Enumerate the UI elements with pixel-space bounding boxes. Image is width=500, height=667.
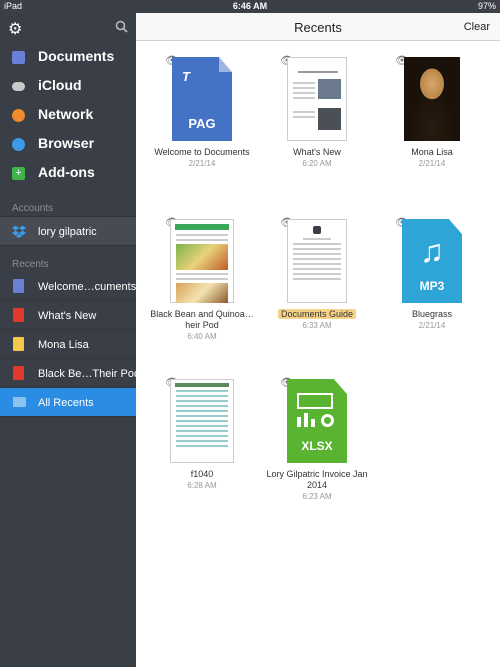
folder-icon bbox=[13, 397, 26, 407]
image-file-icon bbox=[13, 337, 24, 351]
recent-item-all-recents[interactable]: All Recents bbox=[0, 388, 136, 417]
sidebar-item-add-ons[interactable]: + Add-ons bbox=[0, 159, 136, 188]
dropbox-icon bbox=[12, 225, 26, 238]
file-date: 6:28 AM bbox=[187, 481, 217, 490]
file-tile-invoice[interactable]: 👁 XLSX Lory Gilpatric Invoice Jan 2014 6… bbox=[262, 377, 372, 501]
accounts-header: Accounts bbox=[12, 203, 54, 214]
document-thumbnail bbox=[170, 379, 234, 463]
sidebar-item-label: iCloud bbox=[38, 77, 82, 93]
file-name: Black Bean and Quinoa…heir Pod bbox=[150, 309, 254, 330]
image-thumbnail bbox=[404, 57, 460, 141]
file-date: 2/21/14 bbox=[188, 159, 216, 168]
account-label: lory gilpatric bbox=[38, 226, 97, 238]
sidebar-item-label: Browser bbox=[38, 135, 95, 151]
file-date: 2/21/14 bbox=[418, 159, 446, 168]
file-name: Mona Lisa bbox=[411, 147, 453, 157]
recent-item-label: What's New bbox=[38, 310, 97, 322]
file-tile-documents-guide[interactable]: 👁 Documents Guide 6:33 AM bbox=[262, 217, 372, 330]
sidebar-item-documents[interactable]: Documents bbox=[0, 43, 136, 72]
page-title: Recents bbox=[294, 20, 342, 35]
file-tile-mona-lisa[interactable]: 👁 Mona Lisa 2/21/14 bbox=[377, 55, 487, 168]
gear-icon[interactable]: ⚙ bbox=[8, 19, 22, 39]
file-date: 6:40 AM bbox=[187, 332, 217, 341]
recent-item-black-bean[interactable]: Black Be…Their Pod bbox=[0, 359, 140, 388]
file-name: Bluegrass bbox=[411, 309, 453, 319]
battery-level: 97% bbox=[477, 1, 496, 11]
recent-item-label: Welcome…cuments bbox=[38, 281, 137, 293]
sidebar-item-label: Network bbox=[38, 106, 94, 122]
mp3-file-thumbnail: ♫ MP3 bbox=[402, 219, 462, 303]
recent-item-label: Black Be…Their Pod bbox=[38, 368, 141, 380]
documents-icon bbox=[12, 51, 25, 64]
sidebar-item-label: Add-ons bbox=[38, 164, 95, 180]
document-thumbnail bbox=[170, 219, 234, 303]
file-tile-bluegrass[interactable]: 👁 ♫ MP3 Bluegrass 2/21/14 bbox=[377, 217, 487, 330]
compass-icon bbox=[12, 138, 25, 151]
pag-file-icon bbox=[13, 279, 24, 293]
file-tile-welcome[interactable]: 👁 T PAG Welcome to Documents 2/21/14 bbox=[147, 55, 257, 168]
account-item[interactable]: lory gilpatric bbox=[0, 216, 136, 246]
pag-file-thumbnail: T PAG bbox=[172, 57, 232, 141]
sidebar: ⚙ Documents iCloud Network Browser + Add… bbox=[0, 13, 140, 667]
wifi-icon bbox=[12, 109, 25, 122]
xlsx-file-thumbnail: XLSX bbox=[287, 379, 347, 463]
recent-item-mona-lisa[interactable]: Mona Lisa bbox=[0, 330, 136, 359]
file-date: 6:20 AM bbox=[302, 159, 332, 168]
recent-item-welcome[interactable]: Welcome…cuments bbox=[0, 272, 136, 301]
recent-item-label: Mona Lisa bbox=[38, 339, 89, 351]
plus-icon: + bbox=[12, 167, 25, 180]
file-name: Documents Guide bbox=[262, 309, 372, 320]
music-note-icon: ♫ bbox=[420, 233, 444, 269]
document-thumbnail bbox=[287, 219, 347, 303]
file-name: f1040 bbox=[190, 469, 214, 479]
pdf-icon bbox=[13, 366, 24, 380]
file-name: Lory Gilpatric Invoice Jan 2014 bbox=[266, 469, 368, 490]
sidebar-toolbar: ⚙ bbox=[0, 13, 136, 43]
sidebar-item-label: Documents bbox=[38, 48, 115, 64]
navigation-bar: Recents Clear bbox=[136, 13, 500, 41]
clock: 6:46 AM bbox=[232, 1, 268, 11]
file-date: 6:23 AM bbox=[302, 492, 332, 501]
file-tile-f1040[interactable]: 👁 f1040 6:28 AM bbox=[147, 377, 257, 490]
sidebar-item-browser[interactable]: Browser bbox=[0, 130, 136, 159]
file-name: Welcome to Documents bbox=[154, 147, 250, 157]
recent-item-whats-new[interactable]: What's New bbox=[0, 301, 136, 330]
file-tile-whats-new[interactable]: 👁 What's New 6:20 AM bbox=[262, 55, 372, 168]
file-date: 2/21/14 bbox=[418, 321, 446, 330]
recents-header: Recents bbox=[12, 259, 49, 270]
search-icon[interactable] bbox=[115, 20, 128, 33]
main-panel: Recents Clear 👁 T PAG Welcome to Documen… bbox=[136, 13, 500, 667]
file-tile-black-bean[interactable]: 👁 Black Bean and Quinoa…heir Pod 6:40 AM bbox=[147, 217, 257, 341]
status-bar: iPad 6:46 AM 97% bbox=[0, 0, 500, 13]
pdf-icon bbox=[13, 308, 24, 322]
document-thumbnail bbox=[287, 57, 347, 141]
highlighted-file-name: Documents Guide bbox=[277, 309, 357, 319]
cloud-icon bbox=[12, 82, 25, 91]
recent-item-label: All Recents bbox=[38, 397, 94, 409]
file-date: 6:33 AM bbox=[302, 321, 332, 330]
sidebar-item-network[interactable]: Network bbox=[0, 101, 136, 130]
sidebar-item-icloud[interactable]: iCloud bbox=[0, 72, 136, 101]
file-name: What's New bbox=[293, 147, 341, 157]
clear-button[interactable]: Clear bbox=[464, 21, 490, 33]
